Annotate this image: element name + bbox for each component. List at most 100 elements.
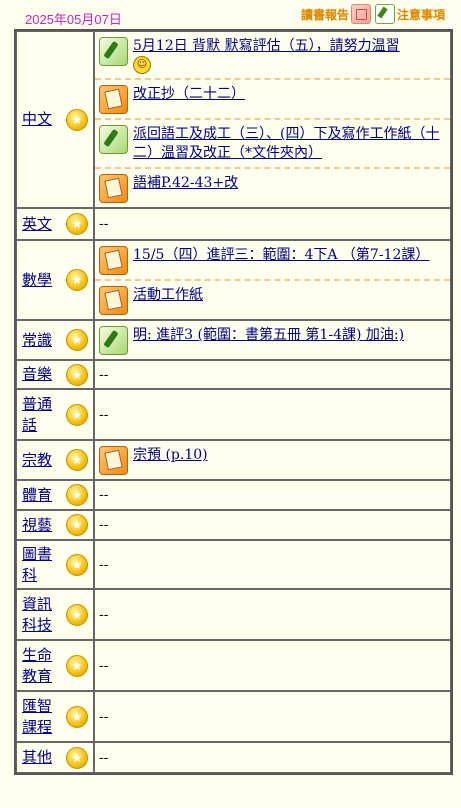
homework-item: 語補P.42-43+改: [95, 167, 450, 207]
subject-cell: 普通話 ★: [16, 389, 94, 440]
homework-cell: 明: 進評3 (範圍：書第五冊 第1-4課) 加油:): [94, 320, 451, 360]
subject-cell: 常識 ★: [16, 320, 94, 360]
subject-link[interactable]: 視藝: [22, 515, 52, 536]
no-homework-text: --: [99, 517, 109, 533]
no-homework-text: --: [99, 606, 109, 623]
subject-row: 圖書科 ★ --: [16, 540, 451, 589]
no-homework-text: --: [99, 657, 109, 674]
notes-icon: [374, 4, 395, 24]
homework-pencil-icon: [99, 446, 128, 475]
subject-row: 音樂 ★ --: [16, 360, 451, 389]
homework-item: 宗預 (p.10): [95, 441, 450, 479]
subject-cell: 音樂 ★: [16, 360, 94, 389]
star-icon: ★: [66, 705, 88, 728]
notes-label: 注意事項: [396, 7, 445, 22]
subject-row: 數學 ★ 15/5（四）進評三：範圍：4下A （第7-12課） 活動工作紙: [16, 240, 451, 320]
homework-cell: --: [94, 480, 451, 510]
book-report-label: 讀書報告: [300, 7, 349, 22]
subject-cell: 視藝 ★: [16, 510, 94, 540]
subject-link[interactable]: 其他: [22, 747, 52, 768]
subject-link[interactable]: 常識: [22, 330, 52, 351]
subject-row: 生命教育 ★ --: [16, 640, 451, 691]
subject-cell: 宗教 ★: [16, 440, 94, 480]
subject-row: 宗教 ★ 宗預 (p.10): [16, 440, 451, 480]
subject-link[interactable]: 中文: [22, 109, 52, 130]
homework-link[interactable]: 15/5（四）進評三：範圍：4下A （第7-12課）: [133, 247, 429, 263]
homework-item: 5月12日 背默 默寫評估（五），請努力温習 ☺: [95, 32, 450, 78]
subject-link[interactable]: 普通話: [22, 394, 58, 436]
subject-link[interactable]: 圖書科: [22, 544, 58, 586]
homework-cell: --: [94, 389, 451, 440]
subject-row: 英文 ★ --: [16, 208, 451, 240]
star-icon: ★: [66, 363, 88, 386]
no-homework-text: --: [99, 406, 109, 423]
homework-date: 2025年05月07日: [25, 12, 122, 27]
subject-link[interactable]: 生命教育: [22, 645, 58, 687]
homework-pencil-icon: [99, 174, 128, 203]
homework-pencil-icon: [99, 246, 128, 275]
homework-cell: 宗預 (p.10): [94, 440, 451, 480]
homework-cell: --: [94, 208, 451, 240]
homework-link[interactable]: 宗預 (p.10): [133, 447, 208, 463]
star-icon: ★: [66, 514, 88, 536]
homework-table: 中文 ★ 5月12日 背默 默寫評估（五），請努力温習 ☺ 改正抄（二十二） 派回語工及成…: [14, 29, 453, 775]
homework-link[interactable]: 5月12日 背默 默寫評估（五），請努力温習: [133, 38, 400, 54]
star-icon: ★: [66, 329, 88, 351]
subject-row: 匯智課程 ★ --: [16, 691, 451, 742]
homework-link[interactable]: 明: 進評3 (範圍：書第五冊 第1-4課) 加油:): [133, 327, 404, 343]
notice-pen-icon: [99, 326, 128, 355]
star-icon: ★: [66, 654, 88, 677]
subject-cell: 其他 ★: [16, 742, 94, 773]
homework-item: 派回語工及成工（三）、(四）下及寫作工作紙（十二）温習及改正（*文件夾內）: [95, 118, 450, 167]
subject-cell: 資訊科技 ★: [16, 589, 94, 640]
subject-link[interactable]: 英文: [22, 214, 52, 235]
top-links: 讀書報告 注意事項: [301, 4, 445, 24]
subject-link[interactable]: 音樂: [22, 364, 52, 385]
subject-row: 體育 ★ --: [16, 480, 451, 510]
homework-cell: --: [94, 691, 451, 742]
notice-pen-icon: [99, 125, 128, 154]
homework-item: 改正抄（二十二）: [95, 78, 450, 118]
star-icon: ★: [66, 553, 88, 576]
homework-cell: --: [94, 742, 451, 773]
subject-cell: 匯智課程 ★: [16, 691, 94, 742]
star-icon: ★: [66, 403, 88, 426]
homework-link[interactable]: 活動工作紙: [133, 287, 203, 303]
subject-link[interactable]: 資訊科技: [22, 594, 58, 636]
subject-cell: 圖書科 ★: [16, 540, 94, 589]
homework-cell: --: [94, 589, 451, 640]
homework-link[interactable]: 語補P.42-43+改: [133, 175, 238, 191]
subject-link[interactable]: 體育: [22, 485, 52, 506]
homework-link[interactable]: 改正抄（二十二）: [133, 86, 245, 102]
star-icon: ★: [66, 746, 88, 769]
subject-row: 資訊科技 ★ --: [16, 589, 451, 640]
subject-cell: 體育 ★: [16, 480, 94, 510]
star-icon: ★: [66, 449, 88, 471]
subject-cell: 中文 ★: [16, 31, 94, 208]
notes-link[interactable]: 注意事項: [374, 4, 445, 24]
homework-pencil-icon: [99, 286, 128, 315]
homework-cell: 15/5（四）進評三：範圍：4下A （第7-12課） 活動工作紙: [94, 240, 451, 320]
book-report-link[interactable]: 讀書報告: [301, 4, 371, 24]
homework-pencil-icon: [99, 85, 128, 114]
no-homework-text: --: [99, 708, 109, 725]
homework-item: 明: 進評3 (範圍：書第五冊 第1-4課) 加油:): [95, 321, 450, 359]
book-report-icon: [350, 4, 371, 24]
subject-cell: 英文 ★: [16, 208, 94, 240]
no-homework-text: --: [99, 216, 109, 232]
subject-link[interactable]: 宗教: [22, 450, 52, 471]
star-icon: ★: [66, 269, 88, 291]
subject-cell: 數學 ★: [16, 240, 94, 320]
homework-link[interactable]: 派回語工及成工（三）、(四）下及寫作工作紙（十二）温習及改正（*文件夾內）: [133, 126, 439, 161]
homework-item: 15/5（四）進評三：範圍：4下A （第7-12課）: [95, 241, 450, 279]
subject-link[interactable]: 數學: [22, 270, 52, 291]
star-icon: ★: [66, 108, 88, 131]
homework-cell: --: [94, 540, 451, 589]
subject-row: 中文 ★ 5月12日 背默 默寫評估（五），請努力温習 ☺ 改正抄（二十二） 派回語工及成…: [16, 31, 451, 208]
subject-link[interactable]: 匯智課程: [22, 696, 58, 738]
star-icon: ★: [66, 603, 88, 626]
smiley-icon: ☺: [133, 56, 151, 74]
homework-cell: --: [94, 510, 451, 540]
top-bar: 2025年05月07日 讀書報告 注意事項: [0, 0, 461, 28]
homework-cell: --: [94, 360, 451, 389]
